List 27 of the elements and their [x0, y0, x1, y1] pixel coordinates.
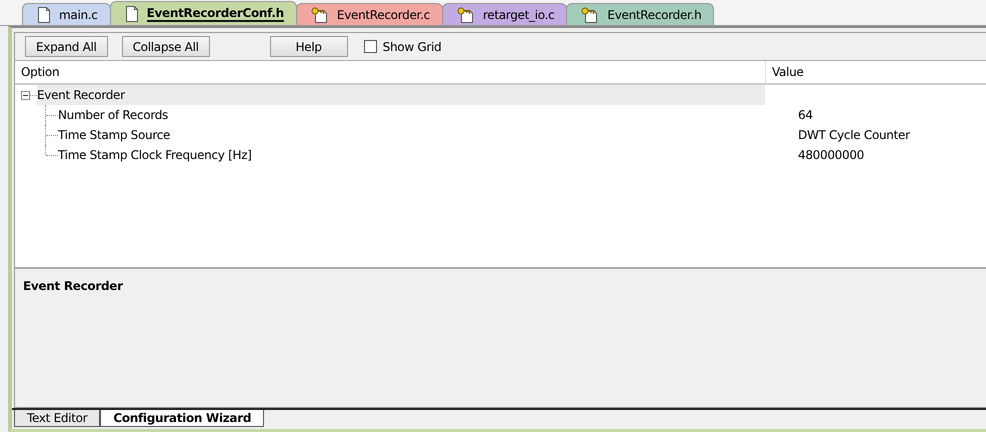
file-tab[interactable]: EventRecorder.c	[296, 3, 443, 25]
show-grid-checkbox[interactable]: Show Grid	[364, 40, 442, 54]
document-icon	[124, 6, 139, 22]
key-document-icon	[581, 6, 600, 22]
file-tab[interactable]: EventRecorderConf.h	[110, 1, 297, 25]
value-cell[interactable]: 64	[798, 108, 813, 122]
tree-item[interactable]: Number of Records	[58, 105, 174, 125]
view-tab[interactable]: Configuration Wizard	[100, 410, 264, 427]
file-tab[interactable]: EventRecorder.h	[566, 3, 714, 25]
toolbar-button[interactable]: Collapse All	[122, 36, 210, 57]
column-header[interactable]: Value	[766, 61, 986, 83]
column-header[interactable]: Option	[15, 61, 766, 83]
document-icon	[37, 6, 51, 22]
toolbar-button[interactable]: Help	[270, 36, 348, 57]
value-cell[interactable]: DWT Cycle Counter	[798, 128, 910, 142]
tree-item[interactable]: Time Stamp Source	[58, 125, 176, 145]
key-document-icon	[310, 6, 329, 22]
tree-item[interactable]: Time Stamp Clock Frequency [Hz]	[58, 145, 258, 165]
file-tab[interactable]: main.c	[22, 3, 111, 25]
view-tab[interactable]: Text Editor	[14, 410, 100, 427]
file-tab[interactable]: retarget_io.c	[442, 3, 568, 25]
toolbar-button[interactable]: Expand All	[25, 36, 108, 57]
value-cell[interactable]: 480000000	[798, 148, 864, 162]
key-document-icon	[456, 6, 475, 22]
collapse-toggle-icon[interactable]	[21, 90, 30, 100]
tree-item[interactable]: Event Recorder	[37, 85, 765, 105]
description-title: Event Recorder	[23, 279, 123, 293]
